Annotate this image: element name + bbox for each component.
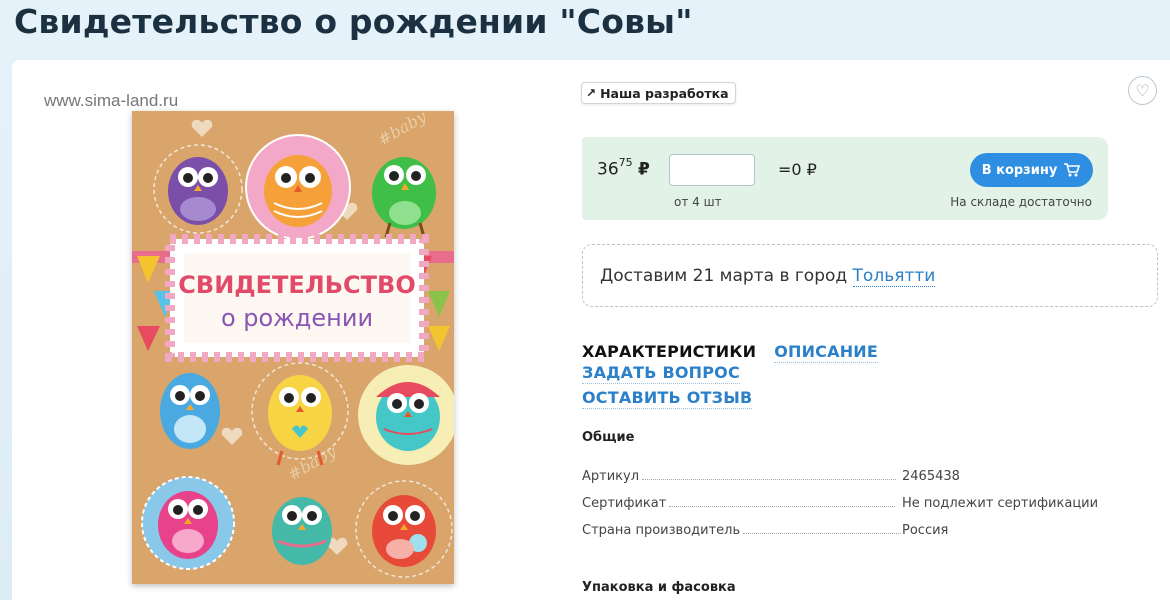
- owl-card-illustration: #baby #baby СВИДЕТЕЛЬСТВО о рождении: [132, 111, 454, 584]
- product-tabs: ХАРАКТЕРИСТИКИ ОПИСАНИЕ ЗАДАТЬ ВОПРОС ОСТА…: [582, 342, 1052, 409]
- page-title: Свидетельство о рождении "Совы": [14, 2, 693, 41]
- spec-label: Артикул: [582, 469, 640, 484]
- tab-characteristics[interactable]: ХАРАКТЕРИСТИКИ: [582, 342, 756, 362]
- tab-description[interactable]: ОПИСАНИЕ: [774, 342, 879, 363]
- svg-text:о рождении: о рождении: [221, 304, 373, 332]
- spec-label: Страна производитель: [582, 523, 741, 538]
- watermark: www.sima-land.ru: [44, 91, 179, 110]
- tab-leave-review[interactable]: ОСТАВИТЬ ОТЗЫВ: [582, 388, 753, 409]
- stock-status: На складе достаточно: [950, 195, 1092, 209]
- delivery-text: Доставим 21 марта в город: [600, 266, 853, 286]
- tab-ask-question[interactable]: ЗАДАТЬ ВОПРОС: [582, 363, 740, 384]
- specs-packaging-title: Упаковка и фасовка: [582, 580, 736, 595]
- delivery-info: Доставим 21 марта в город Тольятти: [582, 244, 1158, 307]
- spec-dots: [642, 479, 897, 480]
- total-price: =0 ₽: [778, 160, 817, 179]
- heart-icon: ♡: [1135, 81, 1150, 100]
- cart-icon: [1064, 163, 1081, 177]
- svg-text:СВИДЕТЕЛЬСТВО: СВИДЕТЕЛЬСТВО: [178, 271, 415, 299]
- badge-label: Наша разработка: [600, 85, 729, 101]
- min-quantity: от 4 шт: [674, 195, 722, 209]
- quantity-input[interactable]: [669, 154, 755, 186]
- arrow-curve-icon: ↗: [586, 86, 597, 100]
- product-image[interactable]: #baby #baby СВИДЕТЕЛЬСТВО о рождении: [132, 111, 454, 584]
- delivery-city-link[interactable]: Тольятти: [852, 266, 936, 287]
- spec-value: Не подлежит сертификации: [902, 496, 1099, 511]
- favorite-button[interactable]: ♡: [1128, 76, 1157, 105]
- spec-row: Сертификат Не подлежит сертификации: [582, 493, 1102, 511]
- spec-row: Страна производитель Россия: [582, 520, 1102, 538]
- price: 3675 ₽: [597, 156, 650, 180]
- spec-dots: [669, 506, 896, 507]
- spec-dots: [743, 533, 902, 534]
- spec-label: Сертификат: [582, 496, 667, 511]
- add-to-cart-button[interactable]: В корзину: [970, 153, 1093, 187]
- specs-general-title: Общие: [582, 430, 635, 445]
- spec-value: 2465438: [902, 469, 960, 484]
- own-design-badge: ↗ Наша разработка: [581, 82, 736, 104]
- spec-row: Артикул 2465438: [582, 466, 1102, 484]
- cart-button-label: В корзину: [981, 162, 1058, 178]
- spec-value: Россия: [902, 523, 949, 538]
- currency-symbol: ₽: [638, 159, 650, 180]
- buy-box: 3675 ₽ =0 ₽ от 4 шт В корзину На складе …: [582, 137, 1108, 220]
